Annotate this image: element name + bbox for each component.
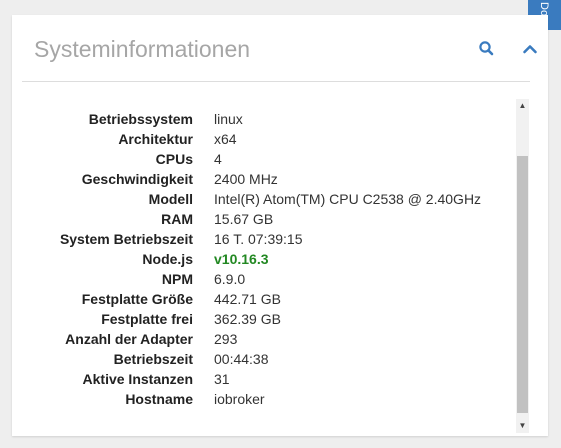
info-row: Modell Intel(R) Atom(TM) CPU C2538 @ 2.40… [50, 189, 481, 209]
info-row: Aktive Instanzen 31 [50, 369, 481, 389]
info-value: linux [214, 111, 243, 127]
card-header: Systeminformationen [22, 15, 537, 82]
info-key: Geschwindigkeit [81, 171, 193, 187]
info-row: Festplatte Größe 442.71 GB [50, 289, 481, 309]
info-key: NPM [161, 271, 193, 287]
info-row: Anzahl der Adapter 293 [50, 329, 481, 349]
card-title: Systeminformationen [34, 36, 251, 62]
info-key: RAM [161, 211, 193, 227]
info-key: Hostname [125, 391, 193, 407]
info-key: Aktive Instanzen [82, 371, 193, 387]
info-value: 442.71 GB [214, 291, 281, 307]
info-value: 16 T. 07:39:15 [214, 231, 303, 247]
info-key: Festplatte frei [101, 311, 193, 327]
info-key: Architektur [118, 131, 193, 147]
system-info-card: Systeminformationen Betriebssystem linux A… [12, 15, 548, 436]
info-value: 293 [214, 331, 238, 347]
info-row: Node.js v10.16.3 [50, 249, 481, 269]
info-row: Architektur x64 [50, 129, 481, 149]
info-value: 00:44:38 [214, 351, 269, 367]
info-row: NPM 6.9.0 [50, 269, 481, 289]
collapse-button[interactable] [520, 39, 540, 59]
info-row: RAM 15.67 GB [50, 209, 481, 229]
info-row: Hostname iobroker [50, 389, 481, 409]
info-key: CPUs [155, 151, 193, 167]
info-row: System Betriebszeit 16 T. 07:39:15 [50, 229, 481, 249]
info-key: Festplatte Größe [81, 291, 193, 307]
info-row: Betriebszeit 00:44:38 [50, 349, 481, 369]
search-button[interactable] [477, 39, 497, 59]
info-row: CPUs 4 [50, 149, 481, 169]
vertical-scrollbar[interactable]: ▲ ▼ [516, 99, 529, 433]
info-key: System Betriebszeit [59, 231, 193, 247]
side-tab-label: Do [538, 2, 550, 17]
info-key: Modell [148, 191, 193, 207]
info-value: iobroker [214, 391, 265, 407]
info-value: v10.16.3 [214, 251, 269, 267]
info-value: 15.67 GB [214, 211, 274, 227]
scroll-down-arrow-icon[interactable]: ▼ [516, 419, 529, 433]
info-value: x64 [214, 131, 237, 147]
info-value: 6.9.0 [214, 271, 246, 287]
info-row: Betriebssystem linux [50, 109, 481, 129]
info-value: Intel(R) Atom(TM) CPU C2538 @ 2.40GHz [214, 191, 482, 207]
scroll-up-arrow-icon[interactable]: ▲ [516, 99, 529, 113]
scroll-thumb[interactable] [517, 156, 528, 413]
info-value: 2400 MHz [214, 171, 278, 187]
system-info-table: Betriebssystem linux Architektur x64 CPUs 4 Ge… [50, 109, 481, 409]
info-key: Anzahl der Adapter [65, 331, 193, 347]
info-key: Betriebssystem [88, 111, 193, 127]
info-value: 4 [214, 151, 222, 167]
info-key: Node.js [142, 251, 193, 267]
card-content: Betriebssystem linux Architektur x64 CPUs 4 Ge… [12, 95, 548, 435]
info-value: 362.39 GB [214, 311, 281, 327]
info-value: 31 [214, 371, 230, 387]
chevron-up-icon [523, 45, 537, 54]
info-key: Betriebszeit [113, 351, 193, 367]
info-row: Geschwindigkeit 2400 MHz [50, 169, 481, 189]
search-icon [479, 41, 494, 56]
info-row: Festplatte frei 362.39 GB [50, 309, 481, 329]
